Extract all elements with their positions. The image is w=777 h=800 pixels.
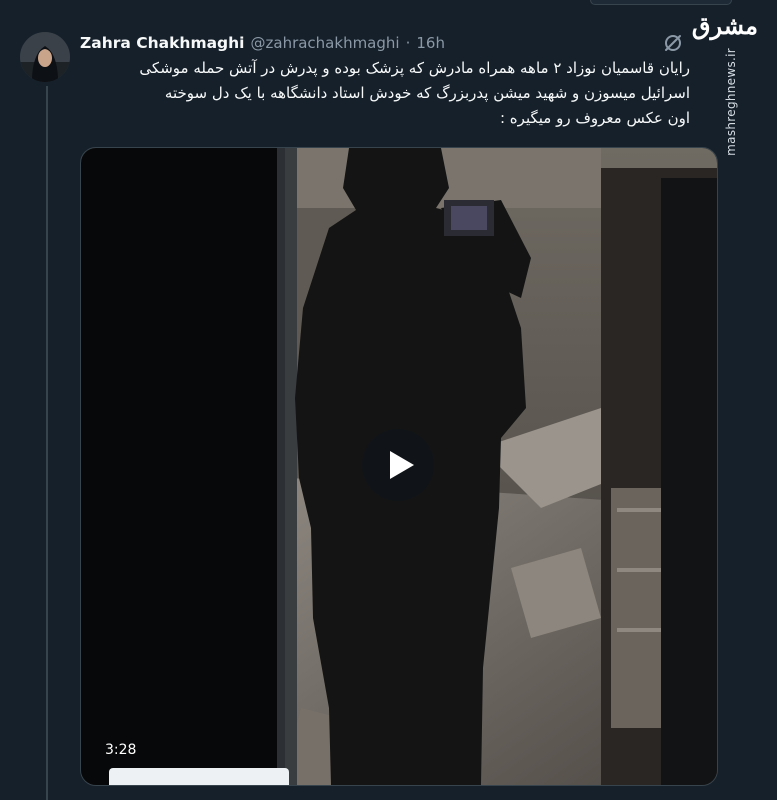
timestamp[interactable]: 16h: [416, 34, 445, 52]
play-button[interactable]: [362, 429, 434, 501]
tweet-text-line: اون عکس معروف رو میگیره :: [499, 109, 690, 127]
tweet-text: رایان قاسمیان نوزاد ۲ ماهه همراه مادرش ک…: [80, 56, 690, 131]
tweet-header: Zahra Chakhmaghi @zahrachakhmaghi · 16h: [80, 32, 445, 54]
avatar-photo: [20, 32, 70, 82]
display-name[interactable]: Zahra Chakhmaghi: [80, 34, 245, 52]
tweet-text-line: رایان قاسمیان نوزاد ۲ ماهه همراه مادرش ک…: [139, 59, 690, 77]
video-duration: 3:28: [105, 742, 137, 758]
grok-slash-circle-icon[interactable]: [662, 32, 684, 54]
watermark-logo: مشرق: [691, 11, 758, 40]
previous-card-edge: [590, 0, 732, 5]
site-watermark: مشرق mashreghnews.ir: [691, 6, 766, 156]
watermark-url: mashreghnews.ir: [724, 48, 738, 156]
play-icon: [390, 451, 414, 479]
thread-connector-line: [46, 86, 48, 800]
tweet-text-line: اسرائیل میسوزن و شهید میشن پدربزرگ که خو…: [164, 84, 690, 102]
video-player[interactable]: 3:28: [80, 147, 718, 786]
avatar[interactable]: [20, 32, 70, 82]
video-caption-strip: [109, 768, 289, 785]
user-handle[interactable]: @zahrachakhmaghi: [251, 34, 400, 52]
separator-dot: ·: [405, 34, 411, 52]
